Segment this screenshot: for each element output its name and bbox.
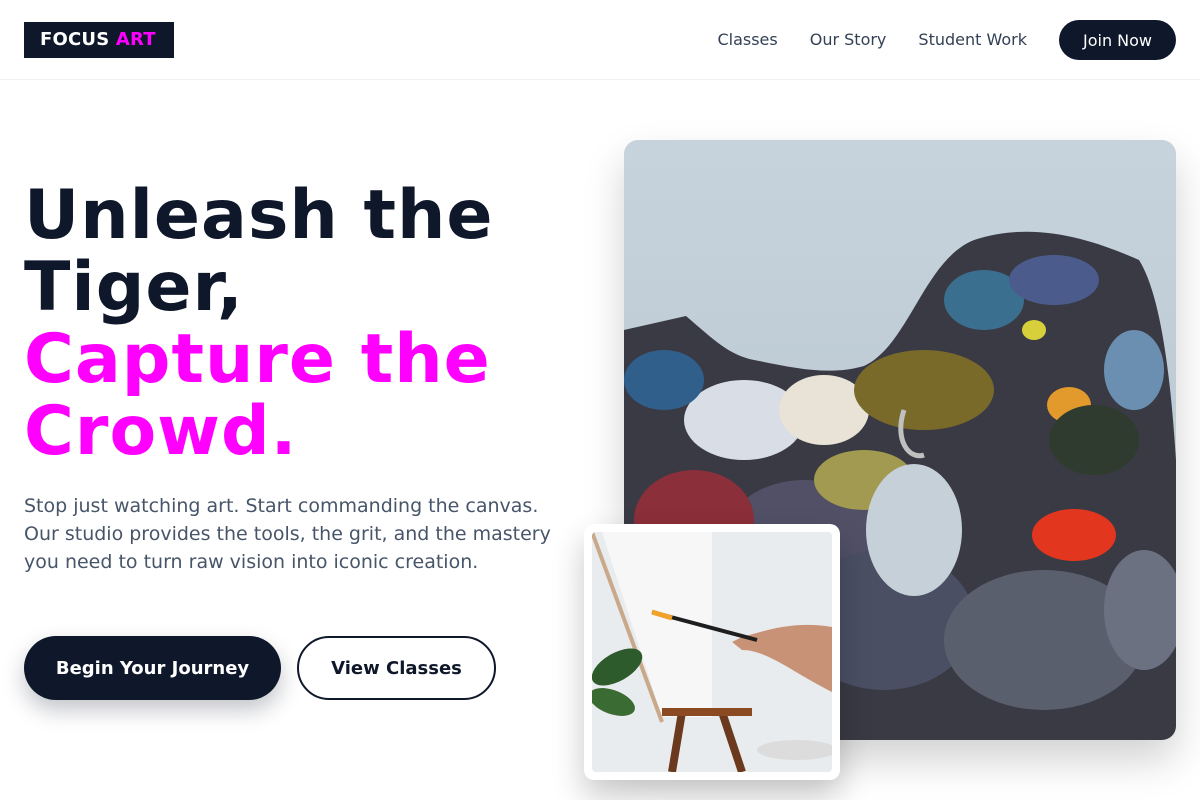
join-now-button[interactable]: Join Now [1059,20,1176,60]
begin-journey-button[interactable]: Begin Your Journey [24,636,281,700]
nav-link-our-story[interactable]: Our Story [810,20,887,60]
view-classes-button[interactable]: View Classes [297,636,496,700]
hero-title-line2: Tiger, [24,248,244,327]
hero-title-line3: Capture the [24,320,491,399]
site-header: FOCUS ART Classes Our Story Student Work… [0,0,1200,80]
hero-title: Unleash the Tiger, Capture the Crowd. [24,180,584,468]
hero-title-line1: Unleash the [24,176,494,255]
logo-text: FOCUS [40,29,110,50]
hero-description: Stop just watching art. Start commanding… [24,495,551,573]
nav-link-classes[interactable]: Classes [717,20,777,60]
painter-inset-card [584,524,840,780]
main-nav: Classes Our Story Student Work Join Now [717,20,1176,60]
logo[interactable]: FOCUS ART [24,22,174,58]
nav-link-student-work[interactable]: Student Work [918,20,1027,60]
logo-accent: ART [115,29,156,50]
hero-title-line4: Crowd. [24,392,298,471]
painter-image [592,532,832,772]
